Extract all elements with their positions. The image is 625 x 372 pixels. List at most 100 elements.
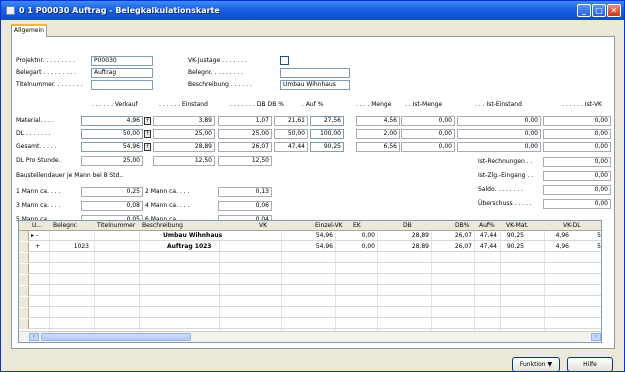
window-icon xyxy=(6,6,15,15)
row-material-label: Material. . . . xyxy=(16,117,54,124)
funktion-label: Funktion xyxy=(519,361,546,368)
scroll-right-icon[interactable]: › xyxy=(591,333,601,341)
row-marker[interactable]: + xyxy=(35,243,40,251)
row-marker[interactable]: ▸ - xyxy=(31,232,38,240)
row-selector[interactable] xyxy=(19,253,29,263)
saldo-value: 0,00 xyxy=(543,185,611,195)
gh-beschreibung[interactable]: Beschreibung xyxy=(142,222,183,230)
dl-db: 25,00 xyxy=(218,129,272,139)
cell-einzelvk[interactable]: 0,00 xyxy=(325,232,375,240)
col-istvk: . . . . . . Ist-VK xyxy=(562,101,602,108)
mann1-label: 1 Mann ca. . . . xyxy=(16,188,61,195)
table-row[interactable] xyxy=(19,319,601,329)
lines-grid[interactable]: U... Belegnr. Titelnummer Beschreibung V… xyxy=(18,220,602,343)
col-dbpct: . . DB % xyxy=(260,101,284,108)
gesamt-istmenge: 0,00 xyxy=(401,142,455,152)
row-selector[interactable] xyxy=(19,308,29,318)
dlprostunde-verkauf: 25,00 xyxy=(81,156,143,166)
gh-einzelvk[interactable]: Einzel-VK xyxy=(315,222,343,230)
row-selector[interactable] xyxy=(19,264,29,274)
col-aufpct: . Auf % xyxy=(302,101,324,108)
maximize-button[interactable]: □ xyxy=(592,4,606,17)
projektnr-field[interactable]: P00030 xyxy=(91,56,153,66)
row-selector[interactable] xyxy=(19,242,29,252)
table-row[interactable]: ▸ - Umbau Wihnhaus 54,96 0,00 28,89 26,0… xyxy=(19,231,601,241)
cell-belegnr[interactable]: 1023 xyxy=(59,243,89,251)
title-bar[interactable]: 0 1 P00030 Auftrag - Belegkalkulationska… xyxy=(1,1,624,20)
gesamt-verkauf[interactable]: 54,96 xyxy=(81,142,143,152)
horizontal-scrollbar[interactable]: ‹ › xyxy=(19,331,601,342)
table-row[interactable] xyxy=(19,275,601,285)
dl-aufpct[interactable]: 100,00 xyxy=(310,129,344,139)
row-selector[interactable] xyxy=(19,231,29,241)
row-selector[interactable] xyxy=(19,297,29,307)
minimize-button[interactable]: _ xyxy=(577,4,591,17)
titelnummer-label: Titelnummer. . . . . . . . xyxy=(16,81,83,88)
titelnummer-field[interactable] xyxy=(91,80,153,90)
gh-u[interactable]: U... xyxy=(32,222,42,230)
row-selector[interactable] xyxy=(19,319,29,329)
gh-aufpct[interactable]: Auf% xyxy=(479,222,495,230)
gh-titelnummer[interactable]: Titelnummer xyxy=(97,222,135,230)
cell-vkdl[interactable]: 5 xyxy=(579,232,601,240)
material-menge: 4,56 xyxy=(356,116,400,126)
window-title: 0 1 P00030 Auftrag - Belegkalkulationska… xyxy=(19,6,220,15)
dl-istmenge: 0,00 xyxy=(401,129,455,139)
beschreibung-label: Beschreibung . . . . . . xyxy=(188,81,252,88)
cell-beschreibung[interactable]: Umbau Wihnhaus xyxy=(163,232,222,240)
mann4-value: 0,06 xyxy=(218,201,272,211)
dl-verkauf[interactable]: 50,00 xyxy=(81,129,143,139)
gh-vkmat[interactable]: VK-Mat. xyxy=(506,222,529,230)
table-row[interactable] xyxy=(19,297,601,307)
table-row[interactable] xyxy=(19,264,601,274)
belegart-field[interactable]: Auftrag xyxy=(91,68,153,78)
tab-allgemein[interactable]: Allgemein xyxy=(11,24,47,37)
gesamt-istvk: 0,00 xyxy=(543,142,611,152)
beschreibung-field[interactable]: Umbau Wihnhaus xyxy=(280,80,350,90)
cell-einzelvk[interactable]: 0,00 xyxy=(325,243,375,251)
cell-vkdl[interactable]: 5 xyxy=(579,243,601,251)
material-verkauf[interactable]: 4,96 xyxy=(81,116,143,126)
mann4-label: 4 Mann ca. . . . xyxy=(145,202,190,209)
cell-aufpct[interactable]: 90,25 xyxy=(484,243,524,251)
material-verkauf-spin-icon[interactable]: ↑ xyxy=(144,117,151,125)
gh-ek[interactable]: EK xyxy=(353,222,361,230)
gh-belegnr[interactable]: Belegnr. xyxy=(53,222,78,230)
table-row[interactable] xyxy=(19,253,601,263)
cell-beschreibung[interactable]: Auftrag 1023 xyxy=(167,243,211,251)
material-istmenge: 0,00 xyxy=(401,116,455,126)
close-button[interactable]: ✕ xyxy=(607,4,621,17)
cell-aufpct[interactable]: 90,25 xyxy=(484,232,524,240)
vkjustage-checkbox[interactable] xyxy=(280,56,289,65)
material-db: 1,07 xyxy=(218,116,272,126)
table-row[interactable]: + 1023 Auftrag 1023 54,96 0,00 28,89 26,… xyxy=(19,242,601,252)
funktion-button[interactable]: Funktion ▼ xyxy=(512,357,560,372)
gesamt-einstand: 28,89 xyxy=(153,142,215,152)
grid-header: U... Belegnr. Titelnummer Beschreibung V… xyxy=(19,221,601,231)
dl-verkauf-spin-icon[interactable]: ↑ xyxy=(144,130,151,138)
gesamt-aufpct[interactable]: 90,25 xyxy=(310,142,344,152)
gh-vkdl[interactable]: VK-DL xyxy=(563,222,581,230)
belegnr-field[interactable] xyxy=(280,68,350,78)
gesamt-dbpct: 47,44 xyxy=(274,142,308,152)
projektnr-label: Projektnr. . . . . . . . . xyxy=(16,57,75,64)
row-selector[interactable] xyxy=(19,275,29,285)
cell-vkmat[interactable]: 4,96 xyxy=(524,243,569,251)
table-row[interactable] xyxy=(19,308,601,318)
hilfe-button[interactable]: Hilfe xyxy=(567,357,613,372)
window: 0 1 P00030 Auftrag - Belegkalkulationska… xyxy=(0,0,625,372)
ist-zlg-label: Ist-Zlg.-Eingang . . xyxy=(478,172,534,179)
col-verkauf: . . . . . . Verkauf xyxy=(92,101,138,108)
vkjustage-label: VK-Justage . . . . . . . xyxy=(188,57,247,64)
gesamt-verkauf-spin-icon[interactable]: ↑ xyxy=(144,143,151,151)
material-aufpct[interactable]: 27,56 xyxy=(310,116,344,126)
gh-dbpct[interactable]: DB% xyxy=(455,222,469,230)
scroll-left-icon[interactable]: ‹ xyxy=(29,333,39,341)
row-selector[interactable] xyxy=(19,286,29,296)
gh-db[interactable]: DB xyxy=(403,222,412,230)
gh-vk[interactable]: VK xyxy=(259,222,267,230)
cell-vkmat[interactable]: 4,96 xyxy=(524,232,569,240)
mann2-label: 2 Mann ca. . . . xyxy=(145,188,190,195)
scroll-thumb[interactable] xyxy=(41,333,191,341)
table-row[interactable] xyxy=(19,286,601,296)
